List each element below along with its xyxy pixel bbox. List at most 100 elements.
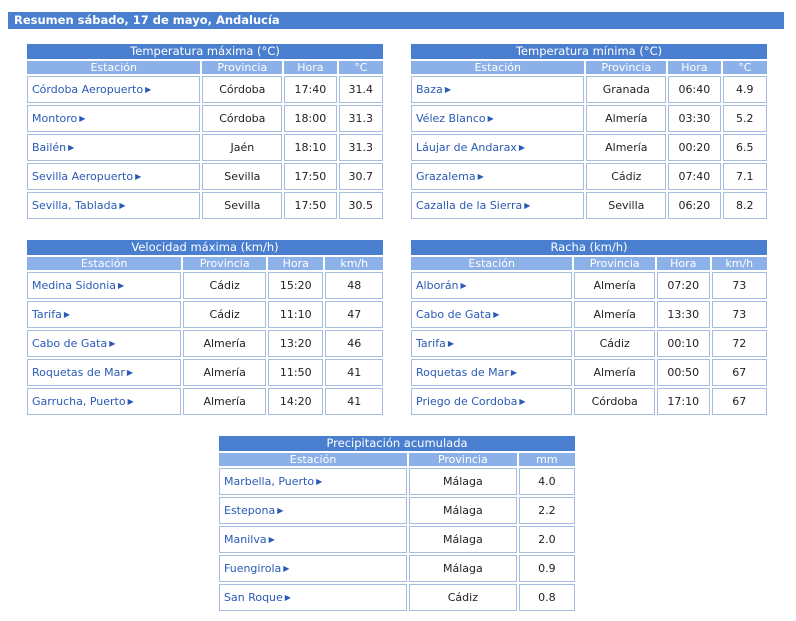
station-name[interactable]: Alborán: [416, 279, 459, 292]
station-link[interactable]: Cabo de Gata ▶: [411, 301, 573, 328]
table-row: Estepona ▶ Málaga 2.2: [219, 497, 575, 524]
table-row: Cazalla de la Sierra ▶ Sevilla 06:20 8.2: [411, 192, 767, 219]
station-name[interactable]: Vélez Blanco: [416, 112, 486, 125]
station-link[interactable]: Roquetas de Mar ▶: [27, 359, 182, 386]
table-caption: Racha (km/h): [411, 240, 767, 255]
station-name[interactable]: Montoro: [32, 112, 77, 125]
time-cell: 07:20: [657, 272, 710, 299]
table-caption: Temperatura mínima (°C): [411, 44, 767, 59]
station-link[interactable]: Bailén ▶: [27, 134, 201, 161]
time-cell: 17:50: [284, 192, 337, 219]
station-link[interactable]: Tarifa ▶: [27, 301, 182, 328]
station-name[interactable]: Grazalema: [416, 170, 476, 183]
value-cell: 73: [711, 272, 767, 299]
station-name[interactable]: Láujar de Andarax: [416, 141, 517, 154]
station-name[interactable]: San Roque: [224, 591, 283, 604]
table-row: Medina Sidonia ▶ Cádiz 15:20 48: [27, 272, 383, 299]
table-row: Garrucha, Puerto ▶ Almería 14:20 41: [27, 388, 383, 415]
station-link[interactable]: Tarifa ▶: [411, 330, 573, 357]
table-row: Sevilla, Tablada ▶ Sevilla 17:50 30.5: [27, 192, 383, 219]
triangle-right-icon: ▶: [79, 114, 86, 123]
station-name[interactable]: Medina Sidonia: [32, 279, 116, 292]
value-cell: 41: [325, 359, 383, 386]
station-name[interactable]: Cazalla de la Sierra: [416, 199, 522, 212]
station-name[interactable]: Sevilla, Tablada: [32, 199, 117, 212]
station-link[interactable]: Baza ▶: [411, 76, 585, 103]
column-header-time: Hora: [284, 61, 337, 74]
table-row: Vélez Blanco ▶ Almería 03:30 5.2: [411, 105, 767, 132]
triangle-right-icon: ▶: [145, 85, 152, 94]
station-link[interactable]: Sevilla, Tablada ▶: [27, 192, 201, 219]
station-link[interactable]: San Roque ▶: [219, 584, 408, 611]
triangle-right-icon: ▶: [284, 593, 291, 602]
column-header-province: Provincia: [586, 61, 667, 74]
station-name[interactable]: Priego de Cordoba: [416, 395, 517, 408]
table-caption: Precipitación acumulada: [219, 436, 575, 451]
column-header-province: Provincia: [409, 453, 517, 466]
column-header-time: Hora: [268, 257, 324, 270]
station-link[interactable]: Cazalla de la Sierra ▶: [411, 192, 585, 219]
page-title: Resumen sábado, 17 de mayo, Andalucía: [8, 12, 784, 29]
triangle-right-icon: ▶: [68, 143, 75, 152]
province-cell: Almería: [574, 359, 656, 386]
triangle-right-icon: ▶: [519, 397, 526, 406]
triangle-right-icon: ▶: [109, 339, 116, 348]
triangle-right-icon: ▶: [119, 201, 126, 210]
province-cell: Almería: [183, 388, 267, 415]
station-link[interactable]: Manilva ▶: [219, 526, 408, 553]
province-cell: Málaga: [409, 555, 517, 582]
table-row: Baza ▶ Granada 06:40 4.9: [411, 76, 767, 103]
table-row: Grazalema ▶ Cádiz 07:40 7.1: [411, 163, 767, 190]
value-cell: 48: [325, 272, 383, 299]
value-cell: 2.2: [518, 497, 575, 524]
station-link[interactable]: Garrucha, Puerto ▶: [27, 388, 182, 415]
station-link[interactable]: Grazalema ▶: [411, 163, 585, 190]
station-link[interactable]: Marbella, Puerto ▶: [219, 468, 408, 495]
station-name[interactable]: Fuengirola: [224, 562, 281, 575]
table-row: Montoro ▶ Córdoba 18:00 31.3: [27, 105, 383, 132]
time-cell: 00:10: [657, 330, 710, 357]
province-cell: Cádiz: [574, 330, 656, 357]
station-link[interactable]: Vélez Blanco ▶: [411, 105, 585, 132]
station-name[interactable]: Baza: [416, 83, 443, 96]
station-link[interactable]: Estepona ▶: [219, 497, 408, 524]
station-link[interactable]: Láujar de Andarax ▶: [411, 134, 585, 161]
station-name[interactable]: Bailén: [32, 141, 66, 154]
station-name[interactable]: Cabo de Gata: [416, 308, 491, 321]
province-cell: Sevilla: [586, 192, 667, 219]
province-cell: Málaga: [409, 526, 517, 553]
time-cell: 13:20: [268, 330, 324, 357]
station-link[interactable]: Roquetas de Mar ▶: [411, 359, 573, 386]
triangle-right-icon: ▶: [118, 281, 125, 290]
table-row: Tarifa ▶ Cádiz 00:10 72: [411, 330, 767, 357]
triangle-right-icon: ▶: [447, 339, 454, 348]
value-cell: 46: [325, 330, 383, 357]
province-cell: Cádiz: [183, 301, 267, 328]
triangle-right-icon: ▶: [268, 535, 275, 544]
station-link[interactable]: Priego de Cordoba ▶: [411, 388, 573, 415]
station-name[interactable]: Córdoba Aeropuerto: [32, 83, 143, 96]
column-header-station: Estación: [27, 257, 182, 270]
station-name[interactable]: Roquetas de Mar: [416, 366, 509, 379]
station-link[interactable]: Sevilla Aeropuerto ▶: [27, 163, 201, 190]
station-name[interactable]: Garrucha, Puerto: [32, 395, 126, 408]
column-header-province: Provincia: [202, 61, 283, 74]
triangle-right-icon: ▶: [127, 397, 134, 406]
station-link[interactable]: Medina Sidonia ▶: [27, 272, 182, 299]
station-link[interactable]: Alborán ▶: [411, 272, 573, 299]
station-link[interactable]: Montoro ▶: [27, 105, 201, 132]
station-link[interactable]: Córdoba Aeropuerto ▶: [27, 76, 201, 103]
station-name[interactable]: Roquetas de Mar: [32, 366, 125, 379]
station-name[interactable]: Manilva: [224, 533, 267, 546]
station-name[interactable]: Estepona: [224, 504, 275, 517]
triangle-right-icon: ▶: [135, 172, 142, 181]
station-link[interactable]: Fuengirola ▶: [219, 555, 408, 582]
station-name[interactable]: Tarifa: [416, 337, 446, 350]
province-cell: Sevilla: [202, 192, 283, 219]
station-name[interactable]: Cabo de Gata: [32, 337, 107, 350]
station-name[interactable]: Marbella, Puerto: [224, 475, 314, 488]
province-cell: Cádiz: [586, 163, 667, 190]
station-name[interactable]: Sevilla Aeropuerto: [32, 170, 133, 183]
station-name[interactable]: Tarifa: [32, 308, 62, 321]
station-link[interactable]: Cabo de Gata ▶: [27, 330, 182, 357]
